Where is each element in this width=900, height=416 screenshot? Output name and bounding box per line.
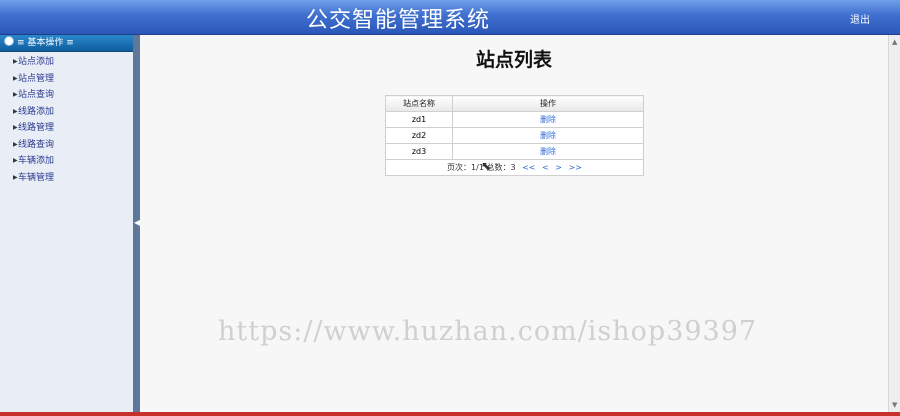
sidebar-item-station-manage[interactable]: ▶ 站点管理: [0, 71, 133, 88]
arrow-right-icon: ▶: [13, 74, 18, 82]
sidebar-item-label: 站点添加: [18, 57, 55, 67]
station-name-cell: zd3: [385, 143, 453, 160]
arrow-right-icon: ▶: [13, 124, 18, 131]
pager-row: 页次：1/1 总数：3 << < > >>: [385, 159, 644, 176]
sidebar-menu: ▶ 站点添加 ▶ 站点管理 ▶ 站点查询 ▶ 线路添加 ▶ 线路管理 ▶ 线路查询 ▶ 车辆添…: [0, 54, 133, 186]
action-cell: 删除: [452, 111, 644, 128]
pager-prev-link[interactable]: <: [542, 163, 549, 172]
delete-link[interactable]: 删除: [540, 131, 556, 140]
watermark-text: https://www.huzhan.com/ishop39397: [218, 316, 758, 347]
table-row: zd1 删除: [385, 111, 644, 128]
sidebar-section-header[interactable]: ≡ 基本操作 ≡: [0, 35, 133, 52]
table-row: zd3 删除: [385, 143, 644, 160]
sidebar-splitter[interactable]: ◀: [133, 35, 140, 412]
main-content: 站点列表 站点名称 操作 zd1 删除 zd2 删除 zd3 删除 页次：1/1…: [140, 35, 888, 412]
table-row: zd2 删除: [385, 127, 644, 144]
table-header-row: 站点名称 操作: [385, 95, 644, 112]
vertical-scrollbar[interactable]: ▲ ▼: [888, 35, 900, 412]
sidebar-item-vehicle-manage[interactable]: ▶ 车辆管理: [0, 170, 133, 187]
app-title: 公交智能管理系统: [306, 8, 491, 33]
action-cell: 删除: [452, 127, 644, 144]
sidebar-item-label: 线路添加: [18, 106, 55, 117]
sidebar-item-label: 线路查询: [18, 139, 55, 150]
arrow-right-icon: ▶: [13, 173, 18, 181]
delete-link[interactable]: 删除: [540, 147, 556, 156]
action-cell: 删除: [452, 143, 644, 160]
page-title: 站点列表: [475, 49, 552, 71]
sidebar-item-station-query[interactable]: ▶ 站点查询: [0, 87, 133, 104]
pager-total-value: 3: [510, 163, 516, 172]
scroll-down-icon[interactable]: ▼: [892, 401, 897, 409]
pager: 页次：1/1 总数：3 << < > >>: [385, 159, 644, 176]
sidebar-item-label: 站点管理: [18, 73, 55, 84]
sidebar-item-route-manage[interactable]: ▶ 线路管理: [0, 120, 133, 137]
arrow-right-icon: ▶: [13, 140, 18, 148]
delete-link[interactable]: 删除: [540, 115, 556, 124]
column-header-station-name: 站点名称: [385, 95, 453, 112]
station-name-cell: zd1: [385, 111, 453, 128]
sidebar-section-title: ≡ 基本操作 ≡: [17, 38, 74, 48]
header-bar: 公交智能管理系统 退出: [0, 0, 900, 35]
pager-first-link[interactable]: <<: [522, 163, 535, 172]
station-table: 站点名称 操作 zd1 删除 zd2 删除 zd3 删除 页次：1/1 总数：3…: [385, 95, 644, 176]
mouse-pointer-icon: ⬉: [481, 159, 492, 173]
arrow-right-icon: ▶: [13, 58, 18, 65]
arrow-right-icon: ▶: [13, 107, 18, 115]
bottom-accent-bar: [0, 412, 900, 416]
pager-page-label: 页次：: [447, 163, 472, 172]
logout-link[interactable]: 退出: [850, 11, 870, 26]
sidebar-item-vehicle-add[interactable]: ▶ 车辆添加: [0, 153, 133, 170]
pager-next-link[interactable]: >: [555, 163, 562, 172]
sidebar-item-label: 线路管理: [18, 123, 55, 133]
sidebar-item-label: 车辆管理: [18, 172, 55, 183]
sidebar-item-station-add[interactable]: ▶ 站点添加: [0, 54, 133, 71]
sidebar-item-route-query[interactable]: ▶ 线路查询: [0, 137, 133, 154]
scroll-up-icon[interactable]: ▲: [892, 38, 897, 46]
arrow-right-icon: ▶: [13, 91, 18, 98]
sidebar-item-label: 车辆添加: [18, 156, 55, 166]
sidebar-item-route-add[interactable]: ▶ 线路添加: [0, 104, 133, 121]
sidebar-item-label: 站点查询: [18, 90, 55, 100]
column-header-action: 操作: [452, 95, 644, 112]
sidebar: ≡ 基本操作 ≡ ▶ 站点添加 ▶ 站点管理 ▶ 站点查询 ▶ 线路添加 ▶ 线路管理 ▶…: [0, 35, 134, 412]
pager-last-link[interactable]: >>: [569, 163, 582, 172]
station-name-cell: zd2: [385, 127, 453, 144]
arrow-right-icon: ▶: [13, 157, 18, 164]
section-toggle-icon: [4, 36, 14, 46]
